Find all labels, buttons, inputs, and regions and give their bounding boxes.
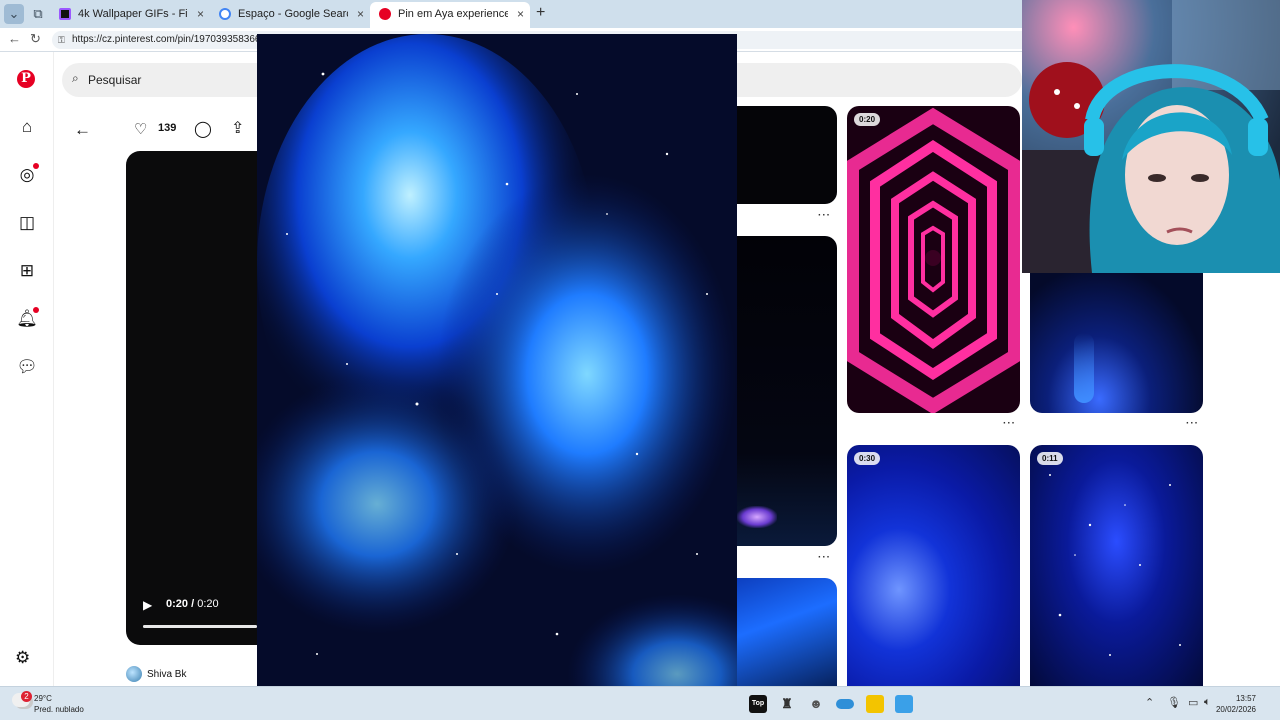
tray-overflow-chevron-icon[interactable]: ⌃	[1145, 696, 1154, 709]
video-duration-badge: 0:20	[854, 113, 881, 126]
boards-icon[interactable]: ◫	[15, 211, 39, 235]
taskbar-app-notes-icon[interactable]	[866, 695, 884, 713]
left-nav-rail: P ⌂ ◎ ◫ ⊞ 🔔︎ 💬︎ ⚙	[0, 52, 54, 686]
video-progress-fill	[143, 625, 257, 628]
temperature[interactable]: 29°C	[34, 694, 52, 703]
more-options-icon[interactable]: ···	[818, 552, 831, 563]
starfield-stars	[1049, 474, 1181, 656]
back-arrow-icon[interactable]: ←	[8, 31, 21, 46]
pin-thumbnail-blue-nebula[interactable]: 0:30	[847, 445, 1020, 686]
clock-time: 13:57	[1235, 694, 1256, 703]
video-duration: 0:20	[197, 598, 219, 610]
clock-date: 20/02/2026	[1215, 705, 1256, 714]
like-heart-icon[interactable]: ♡	[134, 120, 147, 138]
taskbar-app-top[interactable]: Top	[749, 695, 767, 713]
weather-badge: 2	[21, 691, 32, 702]
settings-gear-icon[interactable]: ⚙	[15, 648, 30, 668]
pinterest-favicon-icon	[379, 8, 391, 20]
workspaces-icon[interactable]: ⧉	[28, 4, 48, 24]
notification-dot	[33, 307, 39, 313]
like-count: 139	[158, 122, 177, 134]
reload-icon[interactable]: ↻	[30, 31, 41, 47]
pin-thumbnail[interactable]	[737, 106, 837, 204]
author-name[interactable]: Shiva Bk	[147, 669, 186, 680]
taskbar-app-cloud-icon[interactable]	[836, 699, 854, 709]
create-plus-icon[interactable]: ⊞	[15, 259, 39, 283]
home-icon[interactable]: ⌂	[15, 115, 39, 139]
video-current-time: 0:20	[166, 598, 189, 610]
webcam-overlay	[1022, 0, 1280, 273]
screen: ⌄ ⧉ 4k Wallpaper GIFs - Find & Share on …	[0, 0, 1280, 720]
pin-thumbnail-starfield[interactable]: 0:11	[1030, 445, 1203, 686]
comet-streak	[1074, 333, 1094, 403]
tab-giphy[interactable]: 4k Wallpaper GIFs - Find & Share on GIPH…	[50, 2, 210, 26]
taskbar-app-files-icon[interactable]	[895, 695, 913, 713]
system-clock[interactable]: 13:57 20/02/2026	[1216, 693, 1256, 715]
streamer-webcam-image	[1022, 0, 1280, 273]
notifications-bell-icon[interactable]: 🔔︎	[15, 307, 39, 331]
video-duration-badge: 0:11	[1037, 452, 1063, 465]
new-tab-button[interactable]: +	[536, 4, 545, 22]
more-options-icon[interactable]: ···	[1003, 418, 1016, 429]
neon-hexagon-tunnel	[847, 106, 1020, 413]
taskbar-app-ghost-icon[interactable]: ☻	[807, 695, 825, 713]
close-tab-icon[interactable]: ×	[357, 2, 364, 26]
volume-icon[interactable]: 🔈︎	[1204, 696, 1211, 709]
weather-description[interactable]: Pred. nublado	[34, 705, 84, 714]
more-options-icon[interactable]: ···	[1186, 418, 1199, 429]
pin-thumbnail-blue-comet[interactable]	[1030, 273, 1203, 413]
video-progress-bar[interactable]	[143, 625, 257, 628]
tab-menu-chevron-icon[interactable]: ⌄	[4, 4, 24, 24]
windows-taskbar: 2 29°C Pred. nublado Top ♜ ☻ ⌃ 🎙︎ ▭ 🔈︎ 1…	[0, 686, 1280, 720]
close-tab-icon[interactable]: ×	[197, 2, 204, 26]
share-icon[interactable]: ⇪	[231, 118, 244, 138]
more-options-icon[interactable]: ···	[818, 210, 831, 221]
notification-dot	[33, 163, 39, 169]
video-duration-badge: 0:30	[854, 452, 881, 465]
pin-video-player[interactable]	[126, 151, 266, 645]
tab-google-search[interactable]: Espaço - Google Search ×	[210, 2, 370, 26]
close-tab-icon[interactable]: ×	[517, 2, 524, 26]
pinterest-logo-icon[interactable]: P	[17, 70, 35, 88]
giphy-favicon-icon	[59, 8, 71, 20]
thumbnail-glow	[737, 506, 777, 528]
site-info-icon: ⚿	[58, 35, 65, 45]
avatar[interactable]	[126, 666, 142, 682]
display-icon[interactable]: ▭	[1188, 696, 1198, 709]
pin-thumbnail[interactable]	[737, 578, 837, 688]
overlay-video-nebula	[257, 34, 737, 720]
url-text: https://cz.pinterest.com/pin/19703935836…	[72, 34, 272, 45]
back-arrow-icon[interactable]: ←	[74, 120, 91, 140]
tab-pinterest[interactable]: Pin em Aya experience 1 ×	[370, 2, 530, 28]
pin-thumbnail-neon-tunnel[interactable]: 0:20	[847, 106, 1020, 413]
taskbar-app-tower-icon[interactable]: ♜	[778, 695, 796, 713]
search-input[interactable]: Pesquisar	[88, 73, 141, 87]
pin-thumbnail[interactable]	[737, 236, 837, 546]
video-time: 0:20 / 0:20	[166, 598, 219, 610]
nebula-graphic	[257, 34, 737, 720]
google-favicon-icon	[219, 8, 231, 20]
microphone-icon[interactable]: 🎙︎	[1167, 696, 1181, 709]
messages-icon[interactable]: 💬︎	[15, 355, 39, 379]
search-icon: ⌕	[72, 71, 79, 85]
comment-icon[interactable]: ◯	[194, 119, 212, 139]
play-icon[interactable]: ▶	[143, 598, 152, 612]
explore-compass-icon[interactable]: ◎	[15, 163, 39, 187]
